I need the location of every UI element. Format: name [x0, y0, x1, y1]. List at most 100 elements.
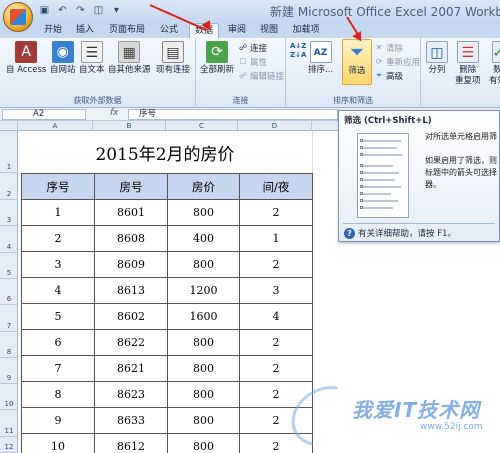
table-cell[interactable]: 2: [21, 225, 95, 252]
row-header[interactable]: 7: [0, 305, 18, 332]
tab-insert[interactable]: 插入: [72, 23, 98, 38]
redo-icon[interactable]: ↷: [74, 4, 87, 17]
table-cell[interactable]: 7: [21, 355, 95, 382]
table-cell[interactable]: 8621: [94, 355, 168, 382]
tab-page-layout[interactable]: 页面布局: [106, 23, 148, 38]
table-cell[interactable]: 8: [21, 381, 95, 408]
row-header[interactable]: 1: [0, 131, 18, 173]
column-header-c[interactable]: C: [166, 121, 238, 131]
table-cell[interactable]: 6: [21, 329, 95, 356]
refresh-all-button[interactable]: ⟳ 全部刷新: [200, 41, 234, 76]
name-box[interactable]: A2: [2, 109, 86, 120]
table-cell[interactable]: 8608: [94, 225, 168, 252]
tooltip-description-2: 如果启用了筛选，则标题中的箭头可选择器。: [425, 156, 497, 189]
row-header[interactable]: 2: [0, 173, 18, 200]
reapply-button[interactable]: ⟳ 重新应用: [374, 56, 420, 68]
from-text-button[interactable]: ☰ 自文本: [79, 41, 105, 76]
clear-filter-button[interactable]: ✕ 清除: [374, 42, 403, 54]
table-cell[interactable]: 800: [167, 433, 240, 453]
table-cell[interactable]: 1600: [167, 303, 240, 330]
table-cell[interactable]: 800: [167, 329, 240, 356]
table-cell[interactable]: 400: [167, 225, 240, 252]
table-cell[interactable]: 2: [239, 329, 313, 356]
from-access-button[interactable]: A 自 Access: [6, 41, 46, 76]
formula-input[interactable]: 序号: [128, 109, 338, 120]
connections-button[interactable]: ☍ 连接: [238, 42, 267, 54]
table-cell[interactable]: 8602: [94, 303, 168, 330]
advanced-filter-button[interactable]: ⏷ 高级: [374, 70, 403, 82]
web-icon: ◉: [51, 41, 74, 63]
row-header[interactable]: 5: [0, 253, 18, 279]
fx-icon[interactable]: fx: [110, 108, 119, 118]
existing-connections-button[interactable]: ▤ 现有连接: [156, 41, 190, 76]
select-all-corner[interactable]: [0, 121, 18, 131]
table-header-cell[interactable]: 房号: [94, 173, 168, 200]
table-cell[interactable]: 2: [239, 355, 313, 382]
from-other-sources-button[interactable]: ▦ 自其他来源: [108, 41, 151, 76]
row-header[interactable]: 6: [0, 279, 18, 305]
table-header-cell[interactable]: 序号: [21, 173, 95, 200]
table-cell[interactable]: 8622: [94, 329, 168, 356]
row-header[interactable]: 9: [0, 358, 18, 384]
table-header-cell[interactable]: 间/夜: [239, 173, 313, 200]
row-header[interactable]: 11: [0, 410, 18, 437]
table-cell[interactable]: 9: [21, 407, 95, 434]
from-web-button[interactable]: ◉ 自网站: [50, 41, 76, 76]
table-cell[interactable]: 3: [21, 251, 95, 278]
row-header[interactable]: 8: [0, 332, 18, 358]
table-cell[interactable]: 2: [239, 199, 313, 226]
table-cell[interactable]: 8601: [94, 199, 168, 226]
table-cell[interactable]: 3: [239, 277, 313, 304]
table-cell[interactable]: 8612: [94, 433, 168, 453]
text-to-columns-button[interactable]: ◫ 分列: [426, 41, 448, 76]
worksheet[interactable]: 2015年2月的房价 序号 房号 房价 间/夜 1 8601 800 2 2 8608 4…: [18, 131, 340, 453]
sort-button[interactable]: AZ 排序...: [308, 41, 333, 76]
table-cell[interactable]: 800: [167, 199, 240, 226]
column-header-d[interactable]: D: [238, 121, 312, 131]
table-cell[interactable]: 2: [239, 433, 313, 453]
table-cell[interactable]: 1: [239, 225, 313, 252]
sort-az-icon[interactable]: A↓Z Z↓A: [290, 42, 306, 59]
table-cell[interactable]: 2: [239, 381, 313, 408]
tab-addins[interactable]: 加载项: [288, 23, 324, 38]
row-header[interactable]: 4: [0, 226, 18, 253]
undo-icon[interactable]: ↶: [56, 4, 69, 17]
data-validation-button[interactable]: ✓ 数 有效: [489, 41, 500, 87]
row-header[interactable]: 3: [0, 200, 18, 226]
properties-button[interactable]: ☐ 属性: [238, 56, 267, 68]
column-header-b[interactable]: B: [93, 121, 166, 131]
table-cell[interactable]: 800: [167, 251, 240, 278]
row-header[interactable]: 10: [0, 384, 18, 410]
table-cell[interactable]: 800: [167, 355, 240, 382]
table-cell[interactable]: 10: [21, 433, 95, 453]
tab-home[interactable]: 开始: [40, 23, 66, 38]
preview-line: [363, 193, 391, 195]
edit-links-button[interactable]: ☍ 编辑链接: [238, 70, 284, 82]
table-cell[interactable]: 2: [239, 407, 313, 434]
column-header-a[interactable]: A: [18, 121, 93, 131]
row-header[interactable]: 12: [0, 437, 18, 453]
tab-view[interactable]: 视图: [256, 23, 282, 38]
table-cell[interactable]: 8633: [94, 407, 168, 434]
tab-review[interactable]: 审阅: [224, 23, 250, 38]
table-cell[interactable]: 8623: [94, 381, 168, 408]
print-preview-icon[interactable]: ◫: [92, 4, 105, 17]
table-cell[interactable]: 5: [21, 303, 95, 330]
table-cell[interactable]: 1200: [167, 277, 240, 304]
table-cell[interactable]: 800: [167, 407, 240, 434]
table-cell[interactable]: 8613: [94, 277, 168, 304]
table-header-cell[interactable]: 房价: [167, 173, 240, 200]
sheet-title[interactable]: 2015年2月的房价: [18, 131, 312, 172]
table-cell[interactable]: 4: [239, 303, 313, 330]
table-cell[interactable]: 800: [167, 381, 240, 408]
table-cell[interactable]: 4: [21, 277, 95, 304]
tab-formulas[interactable]: 公式: [156, 23, 182, 38]
save-icon[interactable]: ▣: [38, 4, 51, 17]
filter-button[interactable]: ⏷ 筛选: [342, 39, 372, 85]
remove-duplicates-button[interactable]: ☰ 删除 重复项: [455, 41, 481, 87]
office-button[interactable]: [3, 2, 33, 32]
table-cell[interactable]: 2: [239, 251, 313, 278]
customize-toolbar-icon[interactable]: ▾: [110, 4, 123, 17]
table-cell[interactable]: 8609: [94, 251, 168, 278]
table-cell[interactable]: 1: [21, 199, 95, 226]
